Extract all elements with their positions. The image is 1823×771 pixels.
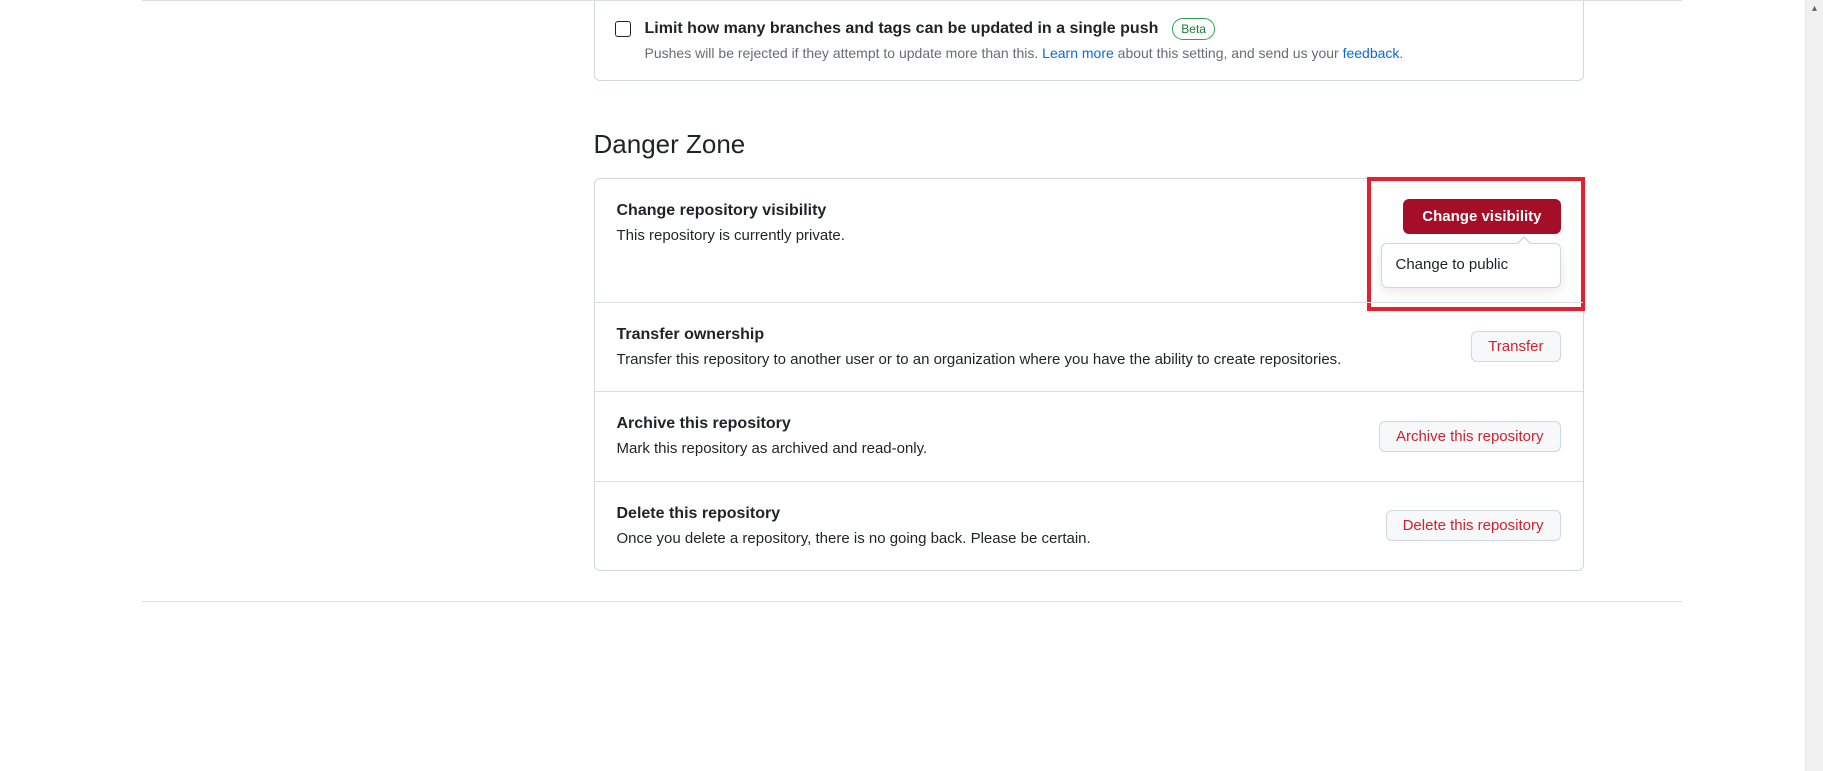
visibility-dropdown: Change to public	[1381, 243, 1561, 288]
push-limit-box: Limit how many branches and tags can be …	[594, 1, 1584, 81]
dz-item-visibility: Change repository visibility This reposi…	[595, 179, 1583, 302]
scroll-up-arrow[interactable]: ▴	[1806, 0, 1823, 17]
scrollbar[interactable]: ▴	[1805, 0, 1823, 771]
danger-zone-heading: Danger Zone	[594, 125, 1584, 164]
push-limit-desc: Pushes will be rejected if they attempt …	[645, 43, 1563, 64]
change-visibility-button[interactable]: Change visibility	[1403, 199, 1560, 234]
dz-item-delete: Delete this repository Once you delete a…	[595, 481, 1583, 571]
feedback-link[interactable]: feedback	[1343, 45, 1400, 61]
delete-button[interactable]: Delete this repository	[1386, 510, 1561, 541]
dz-visibility-desc: This repository is currently private.	[617, 225, 1374, 248]
change-to-public-option[interactable]: Change to public	[1382, 244, 1560, 287]
push-limit-row: Limit how many branches and tags can be …	[595, 1, 1583, 80]
beta-badge: Beta	[1172, 18, 1215, 40]
dz-transfer-title: Transfer ownership	[617, 323, 1442, 347]
dz-delete-title: Delete this repository	[617, 502, 1356, 526]
push-limit-checkbox[interactable]	[615, 21, 631, 37]
dz-visibility-title: Change repository visibility	[617, 199, 1374, 223]
dz-archive-desc: Mark this repository as archived and rea…	[617, 438, 1349, 461]
bottom-divider	[142, 601, 1682, 602]
transfer-button[interactable]: Transfer	[1471, 331, 1560, 362]
push-limit-title: Limit how many branches and tags can be …	[645, 20, 1159, 37]
dz-item-transfer: Transfer ownership Transfer this reposit…	[595, 302, 1583, 392]
learn-more-link[interactable]: Learn more	[1042, 45, 1114, 61]
archive-button[interactable]: Archive this repository	[1379, 421, 1561, 452]
dz-item-archive: Archive this repository Mark this reposi…	[595, 391, 1583, 481]
dz-transfer-desc: Transfer this repository to another user…	[617, 349, 1442, 372]
danger-zone-box: Change repository visibility This reposi…	[594, 178, 1584, 571]
dz-delete-desc: Once you delete a repository, there is n…	[617, 528, 1356, 551]
dz-archive-title: Archive this repository	[617, 412, 1349, 436]
